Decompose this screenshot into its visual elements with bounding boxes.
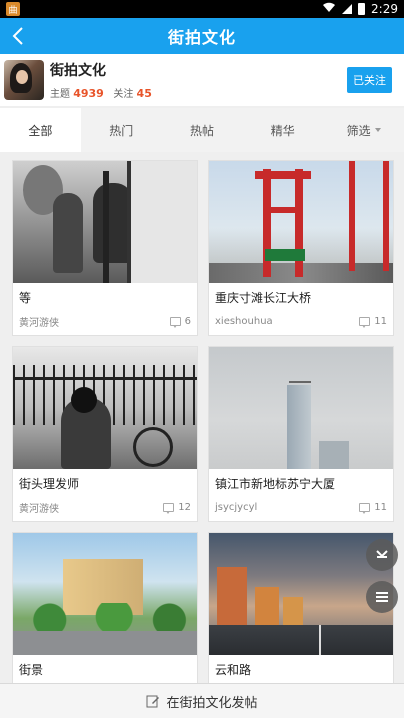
tab-all[interactable]: 全部 xyxy=(0,108,81,152)
wifi-icon xyxy=(322,2,336,16)
post-author: 黄河游侠 xyxy=(19,503,59,515)
app-notification-icon: 曲 xyxy=(6,2,20,16)
post-author: xieshouhua xyxy=(215,315,273,327)
comment-icon xyxy=(163,502,175,514)
new-post-button[interactable]: 在街拍文化发帖 xyxy=(0,683,404,718)
tab-label: 热门 xyxy=(109,123,134,138)
battery-icon xyxy=(358,3,366,15)
post-grid: 等 黄河游侠 6 重庆寸滩长江大桥 xieshouhua 11 街头理发师 黄河… xyxy=(0,160,404,683)
post-thumbnail xyxy=(13,347,197,469)
post-card[interactable]: 重庆寸滩长江大桥 xieshouhua 11 xyxy=(208,160,394,336)
forum-name: 街拍文化 xyxy=(50,63,106,79)
back-button[interactable] xyxy=(8,25,28,47)
double-chevron-down-icon xyxy=(376,550,388,558)
post-title: 街头理发师 xyxy=(19,477,80,491)
post-thumbnail xyxy=(13,161,197,283)
page-title: 街拍文化 xyxy=(167,28,236,47)
chevron-left-icon xyxy=(12,27,23,45)
post-card[interactable]: 街景 xyxy=(12,532,198,683)
following-count: 45 xyxy=(136,87,152,100)
comment-count: 11 xyxy=(374,501,387,513)
topics-count: 4939 xyxy=(73,87,104,100)
follow-button[interactable]: 已关注 xyxy=(347,67,392,93)
post-author: jsycjycyl xyxy=(215,501,258,513)
post-card[interactable]: 镇江市新地标苏宁大厦 jsycjycyl 11 xyxy=(208,346,394,522)
comment-count: 12 xyxy=(178,501,191,513)
menu-button[interactable] xyxy=(366,581,398,613)
clock: 2:29 xyxy=(371,2,398,16)
list-icon xyxy=(376,592,388,602)
tab-label: 筛选 xyxy=(346,123,371,138)
following-label: 关注 xyxy=(113,89,134,100)
tab-label: 精华 xyxy=(270,123,295,138)
post-title: 镇江市新地标苏宁大厦 xyxy=(215,477,336,491)
comment-count: 6 xyxy=(184,315,191,327)
post-card[interactable]: 等 黄河游侠 6 xyxy=(12,160,198,336)
navigation-bar: 街拍文化 xyxy=(0,18,404,54)
tab-featured[interactable]: 精华 xyxy=(242,108,323,152)
post-title: 街景 xyxy=(19,663,44,677)
post-title: 等 xyxy=(19,291,32,305)
tab-label: 热帖 xyxy=(189,123,214,138)
post-thumbnail xyxy=(209,347,393,469)
post-title: 重庆寸滩长江大桥 xyxy=(215,291,312,305)
comment-icon xyxy=(359,316,371,328)
tab-label: 全部 xyxy=(28,123,53,138)
forum-info: 街拍文化 主题 4939 关注 45 xyxy=(50,60,152,100)
post-meta: 黄河游侠 6 xyxy=(13,309,197,333)
comment-count: 11 xyxy=(374,315,387,327)
post-meta: 黄河游侠 12 xyxy=(13,495,197,519)
topics-label: 主题 xyxy=(50,89,70,100)
post-thumbnail xyxy=(209,161,393,283)
post-author: 黄河游侠 xyxy=(19,317,59,329)
tab-filter[interactable]: 筛选 xyxy=(323,108,404,152)
caret-down-icon xyxy=(374,128,381,132)
tab-hot-posts[interactable]: 热帖 xyxy=(162,108,243,152)
forum-stats: 主题 4939 关注 45 xyxy=(50,85,152,100)
forum-avatar[interactable] xyxy=(4,60,44,100)
post-meta: xieshouhua 11 xyxy=(209,309,393,333)
comment-icon xyxy=(359,502,371,514)
signal-icon xyxy=(342,4,353,14)
scroll-to-bottom-button[interactable] xyxy=(366,539,398,571)
comment-icon xyxy=(169,316,181,328)
status-bar: 曲 2:29 xyxy=(0,0,404,18)
new-post-label: 在街拍文化发帖 xyxy=(166,695,258,711)
post-meta: jsycjycyl 11 xyxy=(209,495,393,519)
post-title: 云和路 xyxy=(215,663,252,677)
post-card[interactable]: 街头理发师 黄河游侠 12 xyxy=(12,346,198,522)
forum-header: 街拍文化 主题 4939 关注 45 已关注 xyxy=(0,54,404,106)
post-thumbnail xyxy=(13,533,197,655)
edit-icon xyxy=(146,695,160,708)
filter-tabs: 全部 热门 热帖 精华 筛选 xyxy=(0,108,404,152)
tab-popular[interactable]: 热门 xyxy=(81,108,162,152)
